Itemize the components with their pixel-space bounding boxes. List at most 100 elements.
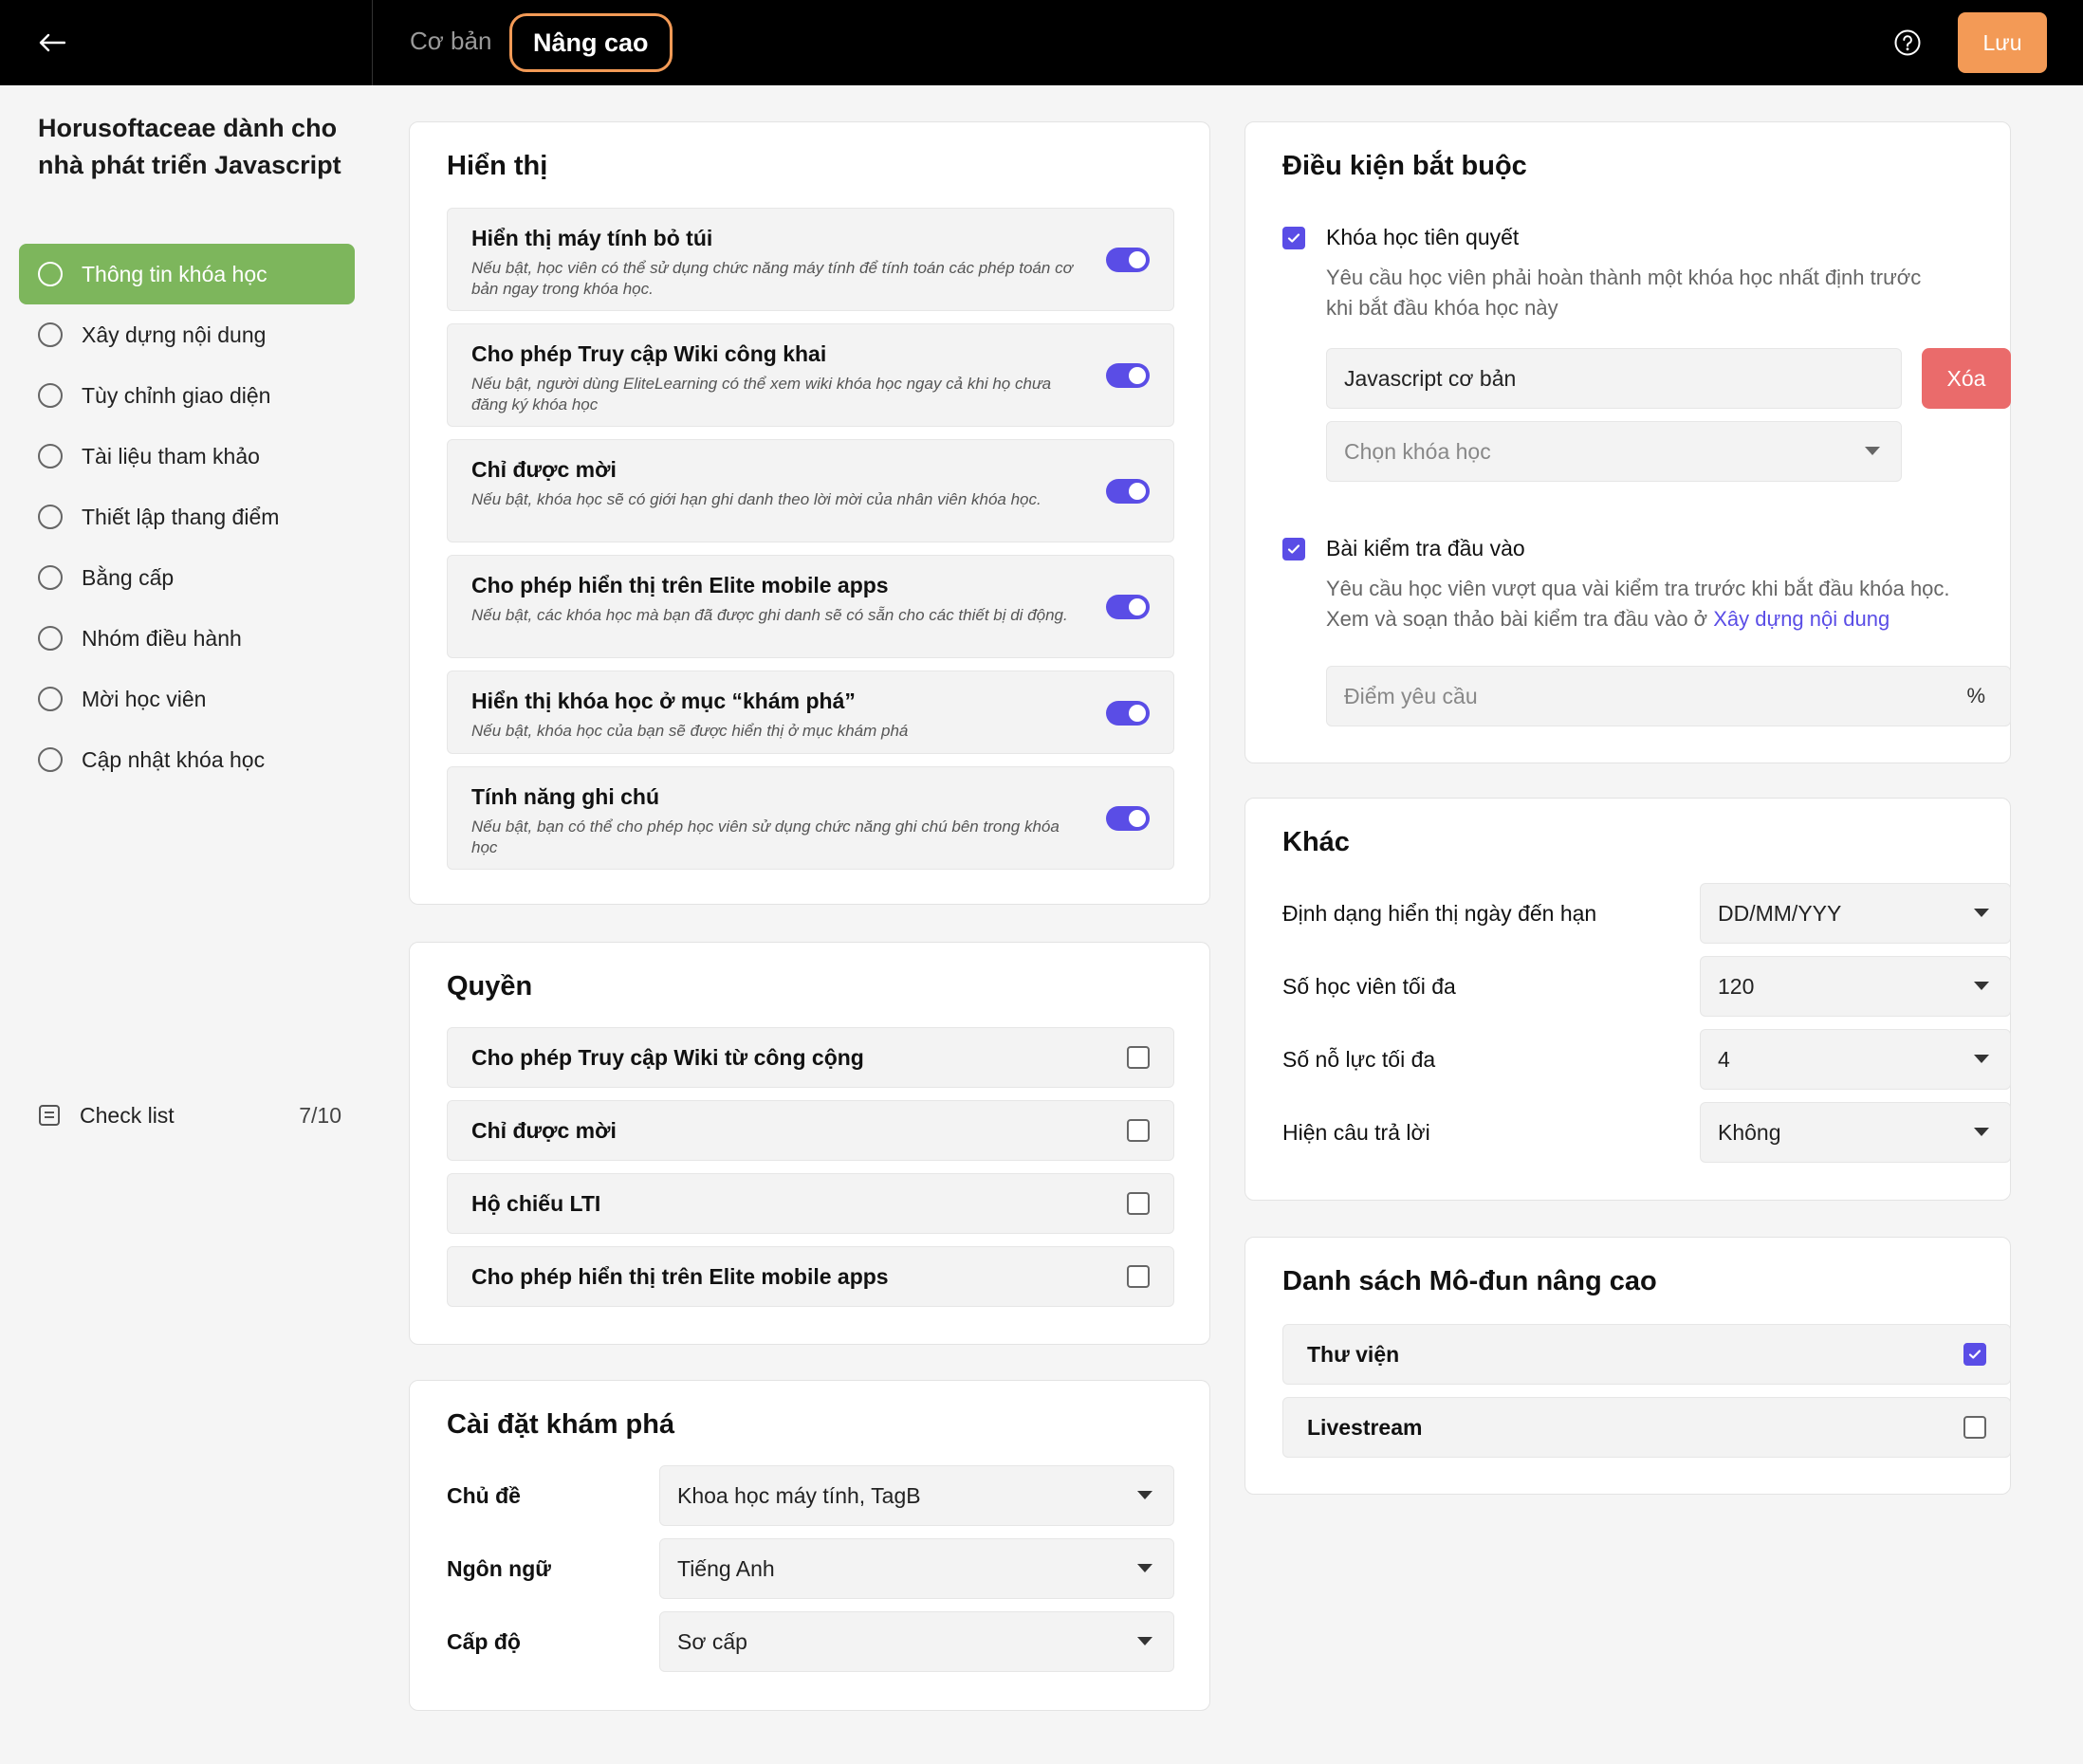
option-title: Cho phép hiển thị trên Elite mobile apps — [471, 573, 889, 597]
option-desc: Nếu bật, khóa học sẽ có giới hạn ghi dan… — [471, 490, 1042, 508]
requirements-card: Điều kiện bắt buộc Khóa học tiên quyết Y… — [1244, 121, 2011, 763]
permission-mobile-apps-checkbox[interactable] — [1127, 1265, 1150, 1288]
topic-select[interactable]: Khoa học máy tính, TagB — [659, 1465, 1174, 1526]
radio-circle-icon — [38, 262, 63, 286]
permission-public-wiki-checkbox[interactable] — [1127, 1046, 1150, 1069]
due-date-format-select[interactable]: DD/MM/YYY — [1700, 883, 2011, 944]
arrow-left-icon — [39, 33, 65, 52]
display-title: Hiển thị — [447, 151, 548, 181]
module-livestream: Livestream — [1282, 1397, 2011, 1458]
toggle-pocket-calculator[interactable] — [1106, 248, 1150, 272]
build-content-link[interactable]: Xây dựng nội dung — [1713, 607, 1889, 631]
show-answers-value: Không — [1718, 1119, 1781, 1145]
permission-label: Hộ chiếu LTI — [471, 1191, 601, 1216]
entrance-desc-line-2: Xem và soạn thảo bài kiểm tra đầu vào ở … — [1326, 604, 1889, 634]
sidebar-item-customize-ui[interactable]: Tùy chỉnh giao diện — [19, 365, 355, 426]
show-answers-label: Hiện câu trả lời — [1282, 1120, 1430, 1145]
language-select[interactable]: Tiếng Anh — [659, 1538, 1174, 1599]
select-course-dropdown[interactable]: Chọn khóa học — [1326, 421, 1902, 482]
permission-public-wiki: Cho phép Truy cập Wiki từ công cộng — [447, 1027, 1174, 1088]
sidebar-item-admin-group[interactable]: Nhóm điều hành — [19, 608, 355, 669]
select-course-placeholder: Chọn khóa học — [1344, 438, 1491, 464]
tab-basic[interactable]: Cơ bản — [410, 27, 491, 56]
radio-circle-icon — [38, 687, 63, 711]
back-button[interactable] — [32, 23, 72, 63]
toggle-invite-only[interactable] — [1106, 479, 1150, 504]
max-students-select[interactable]: 120 — [1700, 956, 2011, 1017]
sidebar-item-label: Bằng cấp — [82, 564, 175, 590]
max-attempts-value: 4 — [1718, 1046, 1730, 1072]
due-date-format-label: Định dạng hiển thị ngày đến hạn — [1282, 901, 1597, 926]
chevron-down-icon — [1137, 1637, 1152, 1645]
permission-mobile-apps: Cho phép hiển thị trên Elite mobile apps — [447, 1246, 1174, 1307]
sidebar-item-certificates[interactable]: Bằng cấp — [19, 547, 355, 608]
prereq-checkbox[interactable] — [1282, 227, 1305, 249]
module-library-checkbox[interactable] — [1963, 1343, 1986, 1366]
radio-circle-icon — [38, 626, 63, 651]
sidebar-item-references[interactable]: Tài liệu tham khảo — [19, 426, 355, 487]
entrance-test-label: Bài kiểm tra đầu vào — [1326, 536, 1525, 560]
checklist[interactable]: Check list 7/10 — [38, 1098, 341, 1132]
level-value: Sơ cấp — [677, 1628, 747, 1654]
check-icon — [1287, 544, 1300, 554]
max-attempts-label: Số nỗ lực tối đa — [1282, 1047, 1436, 1072]
toggle-notes-feature[interactable] — [1106, 806, 1150, 831]
show-answers-select[interactable]: Không — [1700, 1102, 2011, 1163]
check-icon — [1968, 1350, 1982, 1359]
toggle-public-wiki[interactable] — [1106, 363, 1150, 388]
permission-label: Cho phép Truy cập Wiki từ công cộng — [471, 1045, 864, 1070]
help-icon[interactable] — [1893, 28, 1922, 57]
chevron-down-icon — [1974, 909, 1989, 917]
sidebar-item-label: Mời học viên — [82, 686, 207, 711]
language-value: Tiếng Anh — [677, 1555, 775, 1581]
sidebar-item-build-content[interactable]: Xây dựng nội dung — [19, 304, 355, 365]
radio-circle-icon — [38, 322, 63, 347]
toggle-show-in-discover[interactable] — [1106, 701, 1150, 726]
checklist-icon — [39, 1105, 60, 1126]
permission-lti-passport: Hộ chiếu LTI — [447, 1173, 1174, 1234]
max-attempts-select[interactable]: 4 — [1700, 1029, 2011, 1090]
permission-invite-only: Chỉ được mời — [447, 1100, 1174, 1161]
sidebar-item-update-course[interactable]: Cập nhật khóa học — [19, 729, 355, 790]
option-title: Hiển thị khóa học ở mục “khám phá” — [471, 689, 856, 713]
permission-lti-passport-checkbox[interactable] — [1127, 1192, 1150, 1215]
option-desc: Nếu bật, người dùng EliteLearning có thể… — [471, 375, 1052, 413]
level-label: Cấp độ — [447, 1629, 521, 1654]
sidebar-item-invite-students[interactable]: Mời học viên — [19, 669, 355, 729]
prereq-course-field[interactable]: Javascript cơ bản — [1326, 348, 1902, 409]
permission-label: Cho phép hiển thị trên Elite mobile apps — [471, 1264, 889, 1289]
checklist-label: Check list — [80, 1102, 175, 1128]
required-score-input[interactable]: Điểm yêu cầu % — [1326, 666, 2011, 726]
option-mobile-apps: Cho phép hiển thị trên Elite mobile apps… — [447, 555, 1174, 658]
option-desc: Nếu bật, khóa học của bạn sẽ được hiển t… — [471, 722, 909, 740]
option-pocket-calculator: Hiển thị máy tính bỏ túi Nếu bật, học vi… — [447, 208, 1174, 311]
topic-label: Chủ đề — [447, 1483, 521, 1508]
permissions-card: Quyền Cho phép Truy cập Wiki từ công cộn… — [409, 942, 1210, 1345]
module-label: Thư viện — [1307, 1342, 1400, 1367]
language-label: Ngôn ngữ — [447, 1556, 551, 1581]
sidebar-item-grading-scale[interactable]: Thiết lập thang điểm — [19, 487, 355, 547]
save-button[interactable]: Lưu — [1958, 12, 2047, 73]
back-area — [0, 0, 373, 85]
radio-circle-icon — [38, 444, 63, 469]
required-score-placeholder: Điểm yêu cầu — [1344, 683, 1478, 708]
entrance-test-checkbox[interactable] — [1282, 538, 1305, 560]
sidebar-item-course-info[interactable]: Thông tin khóa học — [19, 244, 355, 304]
max-students-label: Số học viên tối đa — [1282, 974, 1456, 999]
toggle-mobile-apps[interactable] — [1106, 595, 1150, 619]
checklist-count: 7/10 — [299, 1102, 341, 1128]
check-icon — [1287, 233, 1300, 243]
permission-label: Chỉ được mời — [471, 1118, 617, 1143]
option-desc: Nếu bật, các khóa học mà bạn đã được ghi… — [471, 606, 1068, 624]
delete-button[interactable]: Xóa — [1922, 348, 2011, 409]
modules-card: Danh sách Mô-đun nâng cao Thư viện Lives… — [1244, 1237, 2011, 1495]
permission-invite-only-checkbox[interactable] — [1127, 1119, 1150, 1142]
module-livestream-checkbox[interactable] — [1963, 1416, 1986, 1439]
radio-circle-icon — [38, 383, 63, 408]
tab-advanced[interactable]: Nâng cao — [509, 13, 673, 72]
module-library: Thư viện — [1282, 1324, 2011, 1385]
topic-value: Khoa học máy tính, TagB — [677, 1482, 921, 1508]
due-date-format-value: DD/MM/YYY — [1718, 900, 1842, 926]
level-select[interactable]: Sơ cấp — [659, 1611, 1174, 1672]
radio-circle-icon — [38, 505, 63, 529]
